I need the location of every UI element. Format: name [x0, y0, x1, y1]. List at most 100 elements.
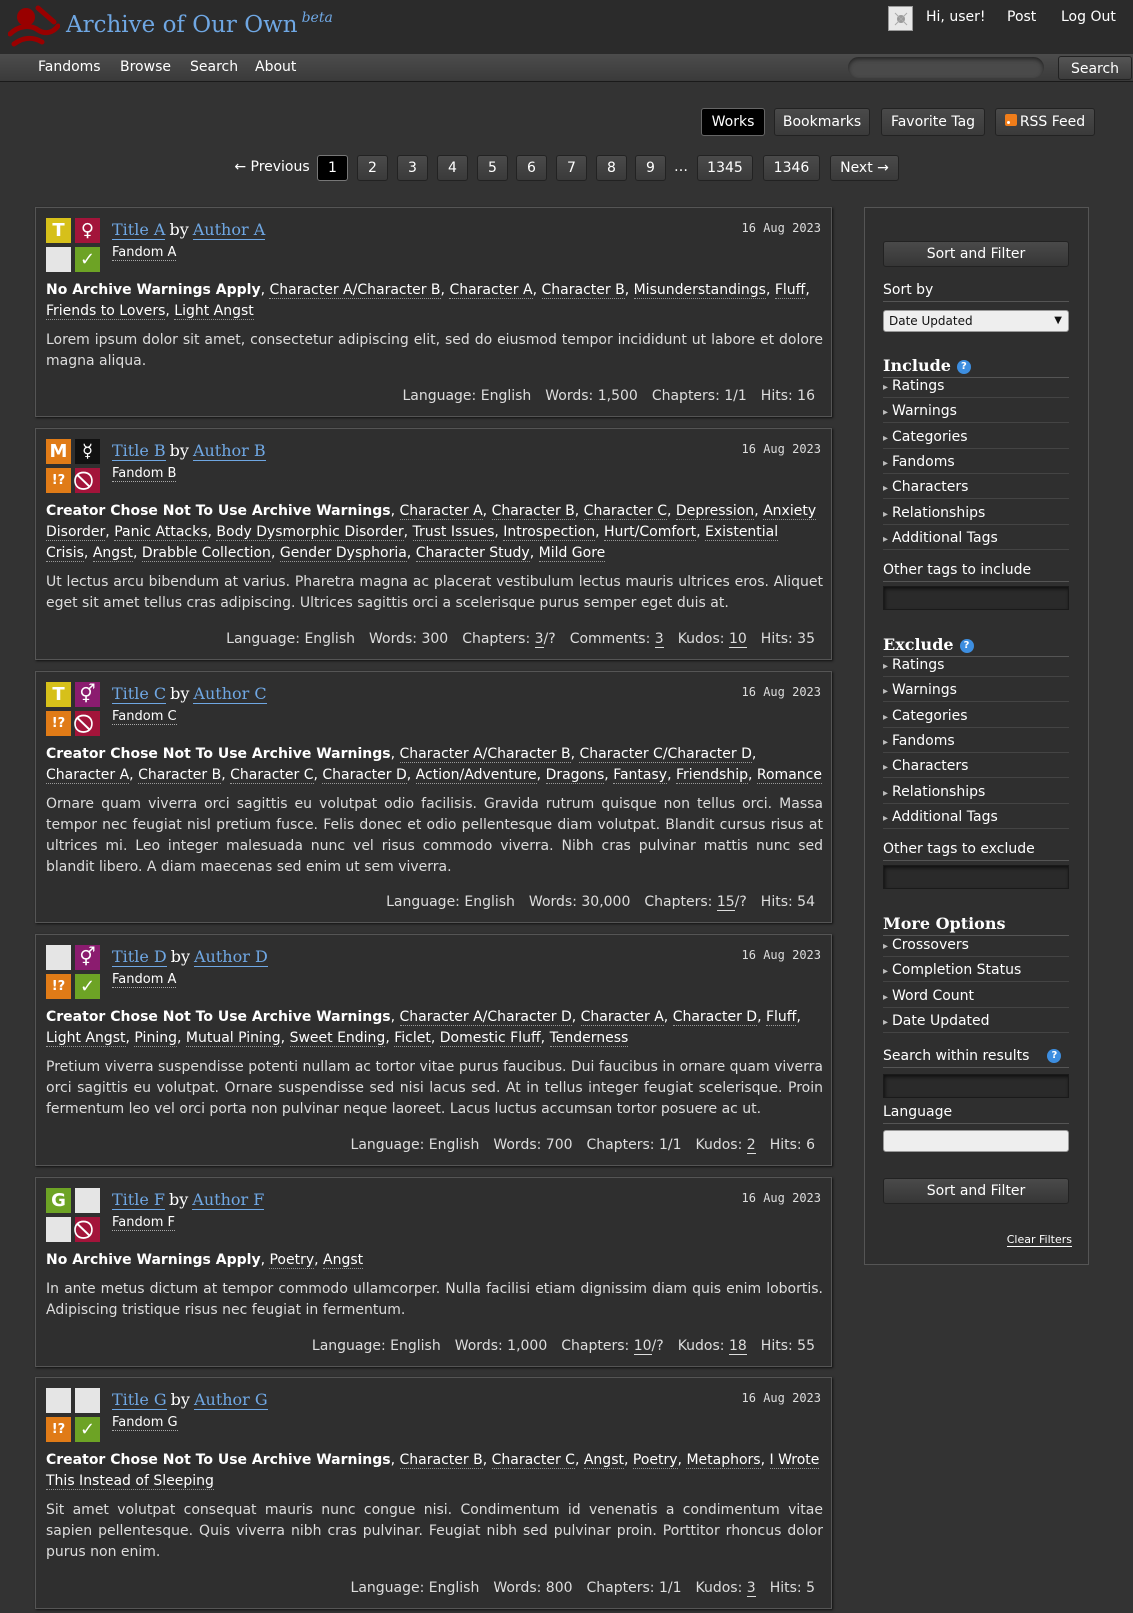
comments-link[interactable]: 3 [654, 631, 664, 648]
fandom-tag[interactable]: Fandom B [112, 466, 177, 482]
freeform-tag[interactable]: Light Angst [46, 1030, 126, 1047]
filter-item[interactable]: Characters [883, 479, 1069, 500]
freeform-tag[interactable]: Character B [541, 282, 625, 299]
freeform-tag[interactable]: Body Dysmorphic Disorder [216, 524, 404, 541]
pagination-page[interactable]: 1346 [763, 155, 820, 181]
help-icon[interactable]: ? [1047, 1049, 1062, 1063]
work-author[interactable]: Author D [194, 947, 268, 967]
freeform-tag[interactable]: Character B [138, 767, 222, 784]
freeform-tag[interactable]: Character A/Character B [269, 282, 441, 299]
freeform-tag[interactable]: Character A [449, 282, 533, 299]
search-within-input[interactable] [883, 1074, 1069, 1098]
pagination-page[interactable]: 9 [635, 155, 666, 181]
freeform-tag[interactable]: Character A/Character D [399, 1009, 572, 1026]
filter-item[interactable]: Word Count [883, 988, 1069, 1008]
freeform-tag[interactable]: Character A [580, 1009, 664, 1026]
other-include-input[interactable] [883, 586, 1069, 610]
freeform-tag[interactable]: Sweet Ending [289, 1030, 386, 1047]
freeform-tag[interactable]: Fantasy [613, 767, 668, 784]
freeform-tag[interactable]: Mutual Pining [185, 1030, 281, 1047]
freeform-tag[interactable]: Character Study [415, 545, 530, 562]
nav-search[interactable]: Search [190, 59, 238, 75]
freeform-tag[interactable]: Character A [46, 767, 130, 784]
pagination-next[interactable]: Next → [830, 155, 899, 181]
filter-item[interactable]: Ratings [883, 657, 1069, 677]
pagination-page[interactable]: 1345 [697, 155, 753, 181]
category-none-icon[interactable] [75, 1188, 100, 1213]
sort-by-select[interactable]: Date Updated ▼ [883, 310, 1069, 332]
freeform-tag[interactable]: Light Angst [174, 303, 254, 320]
fandom-tag[interactable]: Fandom F [112, 1215, 175, 1231]
filter-item[interactable]: Characters [883, 758, 1069, 779]
kudos-link[interactable]: 3 [746, 1580, 756, 1597]
chapters-link[interactable]: 3 [534, 631, 544, 648]
filter-item[interactable]: Additional Tags [883, 809, 1069, 829]
filter-item[interactable]: Warnings [883, 403, 1069, 424]
tab-favorite-tag[interactable]: Favorite Tag [881, 108, 985, 136]
freeform-tag[interactable]: Panic Attacks [114, 524, 208, 541]
freeform-tag[interactable]: Character D [322, 767, 407, 784]
category-ff-icon[interactable]: ♀ [75, 218, 100, 243]
other-exclude-input[interactable] [883, 865, 1069, 889]
chapters-link[interactable]: 15 [716, 894, 735, 911]
freeform-tag[interactable]: Domestic Fluff [439, 1030, 541, 1047]
freeform-tag[interactable]: Introspection [503, 524, 596, 541]
warning-tag[interactable]: Creator Chose Not To Use Archive Warning… [46, 1009, 391, 1025]
search-input[interactable] [848, 57, 1044, 78]
pagination-page[interactable]: 4 [437, 155, 468, 181]
filter-item[interactable]: Ratings [883, 378, 1069, 398]
work-title[interactable]: Title F [112, 1190, 165, 1210]
filter-item[interactable]: Fandoms [883, 454, 1069, 474]
warning-choose-not-icon[interactable]: !? [46, 711, 71, 736]
site-title[interactable]: Archive of Our Own beta [66, 10, 333, 38]
logout-link[interactable]: Log Out [1061, 9, 1116, 25]
freeform-tag[interactable]: Character C [230, 767, 314, 784]
freeform-tag[interactable]: Action/Adventure [415, 767, 537, 784]
work-title[interactable]: Title D [112, 947, 167, 967]
filter-item[interactable]: Additional Tags [883, 530, 1069, 550]
user-avatar-icon[interactable] [888, 6, 913, 31]
work-author[interactable]: Author B [192, 441, 266, 461]
rating-general-icon[interactable]: G [46, 1188, 71, 1213]
help-icon[interactable]: ? [959, 639, 974, 653]
freeform-tag[interactable]: Mild Gore [538, 545, 606, 562]
rating-mature-icon[interactable]: M [46, 439, 71, 464]
incomplete-icon[interactable]: ⃠ [75, 468, 100, 493]
category-other-icon[interactable]: ☿ [75, 439, 100, 464]
sort-filter-button[interactable]: Sort and Filter [883, 241, 1069, 267]
freeform-tag[interactable]: Character C [583, 503, 668, 520]
freeform-tag[interactable]: Angst [92, 545, 133, 562]
warning-tag[interactable]: Creator Chose Not To Use Archive Warning… [46, 1452, 391, 1468]
freeform-tag[interactable]: Fluff [774, 282, 806, 299]
nav-about[interactable]: About [255, 59, 296, 75]
work-title[interactable]: Title G [112, 1390, 167, 1410]
pagination-page[interactable]: 8 [596, 155, 627, 181]
pagination-page[interactable]: 5 [477, 155, 508, 181]
freeform-tag[interactable]: Character B [491, 503, 575, 520]
work-title[interactable]: Title B [112, 441, 166, 461]
filter-item[interactable]: Completion Status [883, 962, 1069, 983]
filter-item[interactable]: Crossovers [883, 937, 1069, 957]
filter-item[interactable]: Fandoms [883, 733, 1069, 753]
freeform-tag[interactable]: Poetry [632, 1452, 678, 1469]
kudos-link[interactable]: 18 [728, 1338, 747, 1355]
rating-teen-icon[interactable]: T [46, 218, 71, 243]
freeform-tag[interactable]: Fluff [765, 1009, 797, 1026]
warning-tag[interactable]: No Archive Warnings Apply [46, 282, 261, 298]
work-author[interactable]: Author G [193, 1390, 268, 1410]
freeform-tag[interactable]: Metaphors [686, 1452, 761, 1469]
freeform-tag[interactable]: Character C [491, 1452, 575, 1469]
freeform-tag[interactable]: Dragons [545, 767, 605, 784]
category-multi-icon[interactable]: ⚥ [75, 945, 100, 970]
warning-choose-not-icon[interactable]: !? [46, 1417, 71, 1442]
warning-tag[interactable]: Creator Chose Not To Use Archive Warning… [46, 503, 391, 519]
rating-teen-icon[interactable]: T [46, 682, 71, 707]
chapters-link[interactable]: 10 [633, 1338, 652, 1355]
kudos-link[interactable]: 10 [728, 631, 747, 648]
filter-item[interactable]: Relationships [883, 505, 1069, 525]
freeform-tag[interactable]: Character B [399, 1452, 483, 1469]
freeform-tag[interactable]: Character C/Character D [579, 746, 752, 763]
filter-item[interactable]: Categories [883, 429, 1069, 449]
clear-filters-link[interactable]: Clear Filters [1006, 1233, 1072, 1247]
filter-item[interactable]: Warnings [883, 682, 1069, 703]
